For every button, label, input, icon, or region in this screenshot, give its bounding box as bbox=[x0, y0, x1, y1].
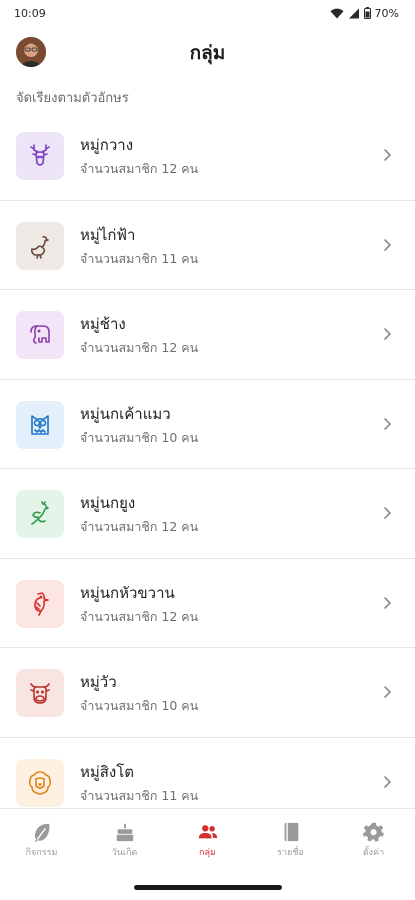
nav-label: ตั้งค่า bbox=[362, 848, 385, 858]
member-count: จำนวนสมาชิก 12 คน bbox=[80, 340, 199, 355]
deer-icon bbox=[30, 144, 50, 166]
nav-label: วันเกิด bbox=[111, 848, 138, 858]
group-item-owl[interactable]: หมู่นกเค้าแมว จำนวนสมาชิก 10 คน bbox=[0, 380, 415, 469]
member-count: จำนวนสมาชิก 10 คน bbox=[80, 429, 199, 445]
chevron-right-icon bbox=[384, 507, 392, 519]
chevron-right-icon bbox=[384, 417, 392, 430]
status-time: 10:09 bbox=[14, 6, 46, 20]
group-name: หมู่นกยูง bbox=[80, 494, 136, 512]
member-count: จำนวนสมาชิก 11 คน bbox=[80, 787, 199, 803]
group-icon-container bbox=[16, 221, 64, 270]
group-name: หมู่ไก่ฟ้า bbox=[80, 225, 136, 244]
woodpecker-icon bbox=[34, 591, 49, 616]
group-name: หมู่นกหัวขวาน bbox=[80, 583, 175, 602]
member-count: จำนวนสมาชิก 12 คน bbox=[80, 161, 199, 176]
status-bar: 10:09 70% bbox=[0, 0, 415, 26]
elephant-icon bbox=[30, 325, 50, 344]
group-name: หมู่นกเค้าแมว bbox=[80, 404, 171, 423]
nav-label: กิจกรรม bbox=[25, 848, 58, 858]
nav-item-settings[interactable]: ตั้งค่า bbox=[332, 809, 415, 868]
wifi-icon bbox=[330, 8, 344, 18]
group-name: หมู่วัว bbox=[80, 673, 117, 691]
cake-icon bbox=[116, 823, 133, 842]
group-item-pheasant[interactable]: หมู่ไก่ฟ้า จำนวนสมาชิก 11 คน bbox=[0, 201, 415, 290]
chevron-right-icon bbox=[384, 149, 392, 161]
nav-item-birthdays[interactable]: วันเกิด bbox=[83, 809, 166, 868]
home-indicator[interactable] bbox=[134, 885, 282, 890]
lion-icon bbox=[28, 770, 52, 795]
chevron-right-icon bbox=[384, 596, 392, 609]
gear-icon bbox=[362, 822, 384, 842]
app-header: กลุ่ม bbox=[0, 30, 415, 74]
group-item-peacock[interactable]: หมู่นกยูง จำนวนสมาชิก 12 คน bbox=[0, 469, 415, 559]
nav-item-activities[interactable]: กิจกรรม bbox=[0, 809, 83, 868]
pheasant-icon bbox=[31, 235, 49, 259]
chevron-right-icon bbox=[384, 686, 392, 698]
group-name: หมู่สิงโต bbox=[80, 762, 135, 781]
people-icon bbox=[198, 825, 217, 839]
chevron-right-icon bbox=[384, 775, 392, 788]
member-count: จำนวนสมาชิก 10 คน bbox=[80, 698, 199, 713]
group-item-deer[interactable]: หมู่กวาง จำนวนสมาชิก 12 คน bbox=[0, 111, 415, 201]
group-icon-container bbox=[16, 490, 64, 538]
group-icon-container bbox=[16, 579, 64, 628]
group-name: หมู่ช้าง bbox=[80, 315, 126, 333]
group-icon-container bbox=[16, 311, 64, 359]
group-name: หมู่กวาง bbox=[80, 136, 134, 154]
group-icon-container bbox=[16, 132, 64, 180]
group-icon-container bbox=[16, 400, 64, 449]
group-item-lion[interactable]: หมู่สิงโต จำนวนสมาชิก 11 คน bbox=[0, 738, 415, 809]
group-list: หมู่กวาง จำนวนสมาชิก 12 คน หมู่ไก่ฟ้า จำ… bbox=[0, 111, 415, 808]
nav-label: กลุ่ม bbox=[199, 848, 216, 858]
owl-icon bbox=[31, 414, 49, 435]
nav-item-groups[interactable]: กลุ่ม bbox=[166, 809, 249, 868]
battery-icon bbox=[363, 7, 371, 19]
cow-icon bbox=[30, 683, 50, 704]
group-item-cow[interactable]: หมู่วัว จำนวนสมาชิก 10 คน bbox=[0, 648, 415, 738]
leaf-icon bbox=[34, 823, 50, 843]
group-icon-container bbox=[16, 758, 64, 807]
group-icon-container bbox=[16, 669, 64, 717]
nav-label: รายชื่อ bbox=[277, 848, 304, 858]
bottom-nav: กิจกรรม วันเกิด กลุ่ม รายชื่อ ตั้งค่า bbox=[0, 808, 415, 868]
sort-label: จัดเรียงตามตัวอักษร bbox=[16, 91, 129, 106]
group-item-elephant[interactable]: หมู่ช้าง จำนวนสมาชิก 12 คน bbox=[0, 290, 415, 380]
battery-level: 70% bbox=[374, 6, 399, 20]
chevron-right-icon bbox=[384, 238, 392, 251]
page-title: กลุ่ม bbox=[189, 42, 226, 64]
status-icons: 70% bbox=[330, 7, 399, 20]
member-count: จำนวนสมาชิก 11 คน bbox=[80, 250, 199, 266]
group-item-woodpecker[interactable]: หมู่นกหัวขวาน จำนวนสมาชิก 12 คน bbox=[0, 559, 415, 648]
chevron-right-icon bbox=[384, 328, 392, 340]
member-count: จำนวนสมาชิก 12 คน bbox=[80, 608, 199, 624]
signal-icon bbox=[348, 8, 359, 18]
book-icon bbox=[284, 822, 298, 842]
nav-item-directory[interactable]: รายชื่อ bbox=[249, 809, 332, 868]
member-count: จำนวนสมาชิก 12 คน bbox=[80, 519, 199, 534]
peacock-icon bbox=[31, 501, 49, 525]
